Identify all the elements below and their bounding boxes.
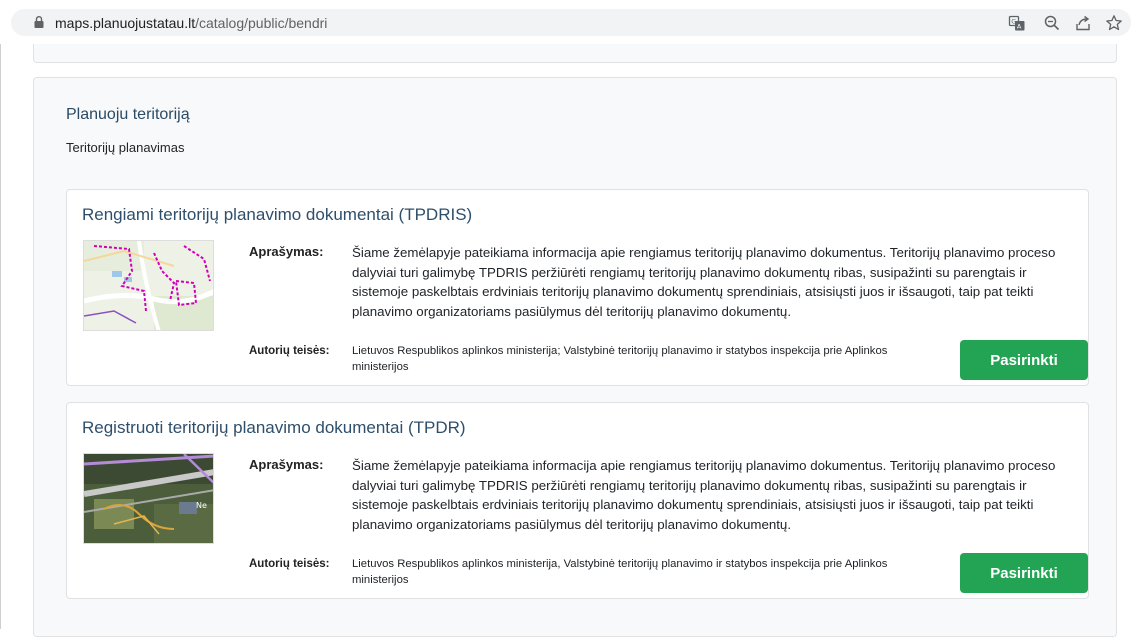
browser-toolbar: maps.planuojustatau.lt/catalog/public/be… xyxy=(0,0,1144,44)
svg-text:A: A xyxy=(1017,23,1022,31)
copyright-text: Lietuvos Respublikos aplinkos ministerij… xyxy=(352,558,888,586)
description-text: Šiame žemėlapyje pateikiama informacija … xyxy=(352,458,1056,532)
copyright-label: Autorių teisės: xyxy=(249,558,330,570)
description-text: Šiame žemėlapyje pateikiama informacija … xyxy=(352,245,1056,319)
url-host: maps.planuojustatau.lt xyxy=(55,15,196,31)
svg-text:G: G xyxy=(1011,18,1016,26)
bookmark-star-icon[interactable] xyxy=(1105,14,1123,32)
translate-icon[interactable]: G A xyxy=(1008,14,1026,32)
map-card: Rengiami teritorijų planavimo dokumentai… xyxy=(66,189,1089,386)
description-label: Aprašymas: xyxy=(249,244,324,259)
select-button[interactable]: Pasirinkti xyxy=(960,340,1088,380)
map-card: Registruoti teritorijų planavimo dokumen… xyxy=(66,402,1089,599)
description-label: Aprašymas: xyxy=(249,457,324,472)
select-button[interactable]: Pasirinkti xyxy=(960,553,1088,593)
card-title: Registruoti teritorijų planavimo dokumen… xyxy=(82,418,466,437)
url-path: /catalog/public/bendri xyxy=(195,15,328,31)
url-text[interactable]: maps.planuojustatau.lt/catalog/public/be… xyxy=(55,15,327,31)
copyright-text: Lietuvos Respublikos aplinkos ministerij… xyxy=(352,345,888,373)
share-icon[interactable] xyxy=(1074,14,1092,32)
page-content: Planuoju teritoriją Teritorijų planavima… xyxy=(0,44,1144,637)
svg-text:Ne: Ne xyxy=(196,501,207,510)
section-subtitle: Teritorijų planavimas xyxy=(66,140,185,155)
map-thumbnail xyxy=(83,240,214,331)
previous-section-edge xyxy=(33,44,1117,63)
section-title: Planuoju teritoriją xyxy=(66,106,190,123)
card-title: Rengiami teritorijų planavimo dokumentai… xyxy=(82,205,473,224)
address-bar[interactable]: maps.planuojustatau.lt/catalog/public/be… xyxy=(11,9,1131,36)
catalog-section: Planuoju teritoriją Teritorijų planavima… xyxy=(33,77,1117,637)
zoom-icon[interactable] xyxy=(1043,14,1061,32)
map-thumbnail: Ne xyxy=(83,453,214,544)
copyright-label: Autorių teisės: xyxy=(249,345,330,357)
lock-icon[interactable] xyxy=(34,16,44,28)
